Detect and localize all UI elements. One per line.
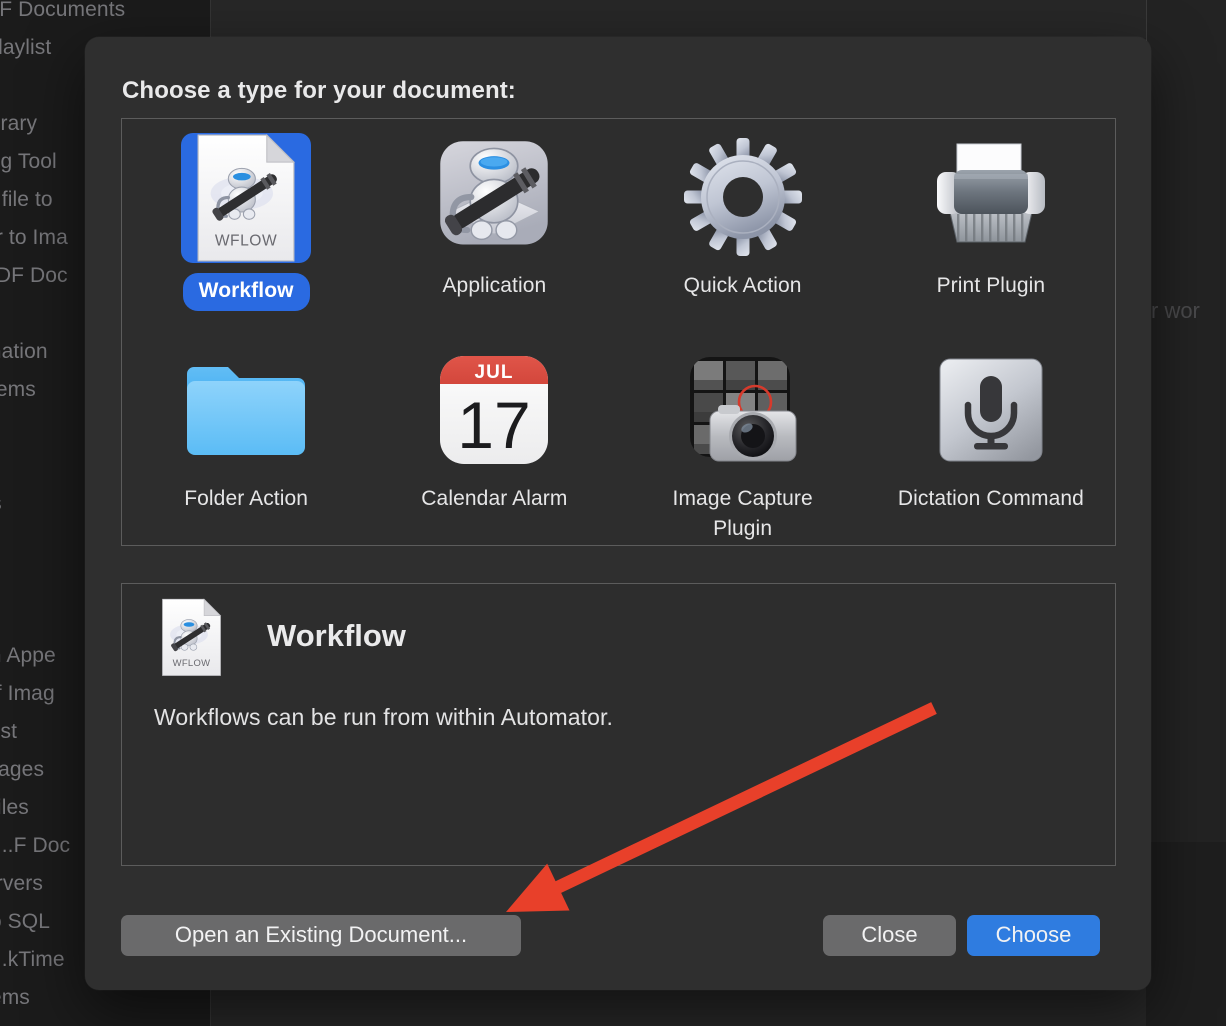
background-sidebar-item[interactable]: DF Documents <box>0 0 210 22</box>
choose-document-type-dialog: Choose a type for your document: WFLOW W… <box>85 37 1151 990</box>
workflow-document-icon: WFLOW <box>162 598 222 676</box>
document-type-workflow[interactable]: WFLOW Workflow <box>122 119 370 332</box>
choose-button[interactable]: Choose <box>967 915 1100 956</box>
workflow-document-icon: WFLOW <box>197 133 296 262</box>
description-body: Workflows can be run from within Automat… <box>154 704 613 730</box>
microphone-icon <box>939 358 1043 462</box>
workflow-document-icon: WFLOW <box>181 133 312 263</box>
svg-text:JUL: JUL <box>475 362 514 383</box>
document-type-label: Quick Action <box>683 274 802 297</box>
svg-text:17: 17 <box>458 388 531 462</box>
document-type-label: Image Capture Plugin <box>672 487 813 540</box>
calendar-icon: JUL 17 <box>440 356 549 464</box>
open-existing-document-button[interactable]: Open an Existing Document... <box>121 915 521 956</box>
document-type-label: Dictation Command <box>897 487 1084 510</box>
document-type-label: Folder Action <box>184 487 309 510</box>
background-right-text: r wor <box>1151 298 1200 323</box>
document-type-print-plugin[interactable]: Print Plugin <box>867 119 1115 332</box>
description-title: Workflow <box>267 618 406 653</box>
document-type-dictation-command[interactable]: Dictation Command <box>867 332 1115 545</box>
svg-text:WFLOW: WFLOW <box>215 232 277 249</box>
workflow-document-icon: WFLOW <box>160 598 224 678</box>
gear-icon <box>683 138 802 256</box>
calendar-icon: JUL 17 <box>430 346 558 474</box>
printer-icon <box>936 143 1045 243</box>
gear-icon <box>679 133 807 261</box>
document-type-label: Calendar Alarm <box>421 487 568 510</box>
svg-text:WFLOW: WFLOW <box>173 658 211 669</box>
document-type-label: Application <box>442 274 547 297</box>
microphone-icon <box>927 346 1055 474</box>
folder-icon <box>187 367 306 455</box>
folder-icon <box>182 346 310 474</box>
close-button[interactable]: Close <box>823 915 956 956</box>
document-type-label: Print Plugin <box>936 274 1046 297</box>
document-type-image-capture-plugin[interactable]: Image Capture Plugin <box>619 332 867 545</box>
screen: r wor DF DocumentsPlaylistibrarying Tool… <box>0 0 1226 1026</box>
automator-robot-icon <box>440 141 549 245</box>
document-type-label: Workflow <box>182 273 310 311</box>
image-capture-camera-icon <box>689 357 797 462</box>
image-capture-camera-icon <box>679 346 807 474</box>
document-type-calendar-alarm[interactable]: JUL 17 Calendar Alarm <box>370 332 618 545</box>
document-type-grid-container: WFLOW Workflow Application Quick Action … <box>121 118 1116 546</box>
printer-icon <box>927 133 1055 261</box>
automator-robot-icon <box>430 133 558 261</box>
background-right-dark-band <box>1146 842 1226 1026</box>
dialog-title: Choose a type for your document: <box>122 77 516 104</box>
document-type-folder-action[interactable]: Folder Action <box>122 332 370 545</box>
description-panel: WFLOW Workflow Workflows can be run from… <box>121 583 1116 866</box>
document-type-quick-action[interactable]: Quick Action <box>619 119 867 332</box>
document-type-application[interactable]: Application <box>370 119 618 332</box>
